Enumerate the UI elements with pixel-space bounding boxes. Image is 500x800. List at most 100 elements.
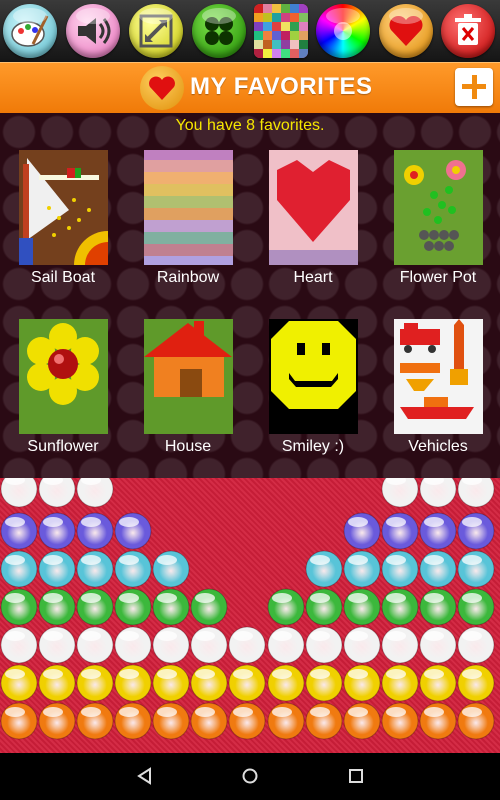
bubble-highlight bbox=[81, 593, 101, 603]
add-favorite-button[interactable] bbox=[455, 68, 493, 106]
bubble-highlight bbox=[81, 517, 101, 527]
rainbow-thumbnail bbox=[144, 150, 233, 265]
bubble-highlight bbox=[5, 593, 25, 603]
bubble-highlight bbox=[462, 669, 482, 679]
bubble-highlight bbox=[310, 631, 330, 641]
bubble-board[interactable] bbox=[0, 478, 500, 753]
smiley-thumbnail bbox=[269, 319, 358, 434]
resize-button[interactable] bbox=[129, 4, 183, 58]
bubble-highlight bbox=[386, 669, 406, 679]
bubble-highlight bbox=[43, 707, 63, 717]
bubble-highlight bbox=[119, 707, 139, 717]
bubble-highlight bbox=[348, 669, 368, 679]
bubble-highlight bbox=[310, 593, 330, 603]
bubble-highlight bbox=[43, 631, 63, 641]
bubble-highlight bbox=[43, 593, 63, 603]
bubble-grid bbox=[0, 478, 495, 740]
color-wheel-button[interactable] bbox=[316, 4, 370, 58]
bubble-highlight bbox=[348, 517, 368, 527]
bubble-highlight bbox=[195, 631, 215, 641]
bubbles-button[interactable] bbox=[192, 4, 246, 58]
bubble-highlight bbox=[272, 631, 292, 641]
sound-button[interactable] bbox=[66, 4, 120, 58]
system-nav-bar bbox=[0, 753, 500, 800]
favorite-label: Heart bbox=[293, 269, 333, 286]
bubble-highlight bbox=[157, 669, 177, 679]
bubble-highlight bbox=[462, 517, 482, 527]
bubble-highlight bbox=[195, 669, 215, 679]
color-grid-icon bbox=[254, 4, 308, 58]
bubble-highlight bbox=[424, 707, 444, 717]
bubble-highlight bbox=[462, 631, 482, 641]
bubble-highlight bbox=[310, 707, 330, 717]
bubble-highlight bbox=[272, 707, 292, 717]
heart-icon bbox=[149, 76, 175, 100]
bubble-highlight bbox=[5, 631, 25, 641]
favorite-label: House bbox=[164, 438, 212, 455]
bubble-highlight bbox=[119, 593, 139, 603]
flower-pot-thumbnail bbox=[394, 150, 483, 265]
bubble-highlight bbox=[272, 669, 292, 679]
bubble-highlight bbox=[386, 555, 406, 565]
favorites-header: MY FAVORITES bbox=[0, 62, 500, 114]
bubble-highlight bbox=[157, 555, 177, 565]
bubble-highlight bbox=[233, 631, 253, 641]
bubble-highlight bbox=[424, 593, 444, 603]
bubble-highlight bbox=[424, 517, 444, 527]
bubble-highlight bbox=[119, 555, 139, 565]
bubble-highlight bbox=[5, 555, 25, 565]
page-title: MY FAVORITES bbox=[190, 73, 373, 100]
bubble-highlight bbox=[348, 707, 368, 717]
toolbar bbox=[0, 0, 500, 62]
favorite-label: Smiley :) bbox=[281, 438, 345, 455]
favorites-button[interactable] bbox=[379, 4, 433, 58]
sunflower-thumbnail bbox=[19, 319, 108, 434]
bubble-highlight bbox=[119, 669, 139, 679]
bubble-highlight bbox=[157, 707, 177, 717]
bubble-highlight bbox=[424, 631, 444, 641]
color-grid-button[interactable] bbox=[254, 4, 308, 58]
bubble-highlight bbox=[272, 593, 292, 603]
bubble-highlight bbox=[386, 707, 406, 717]
bubble-highlight bbox=[43, 669, 63, 679]
bubble-highlight bbox=[119, 631, 139, 641]
palette-button[interactable] bbox=[3, 4, 57, 58]
recents-icon[interactable] bbox=[347, 767, 365, 785]
favorite-label: Sunflower bbox=[27, 438, 99, 455]
bubble-highlight bbox=[157, 631, 177, 641]
bubble-highlight bbox=[462, 555, 482, 565]
bubble-highlight bbox=[195, 593, 215, 603]
bubble-highlight bbox=[424, 555, 444, 565]
bubble-highlight bbox=[233, 669, 253, 679]
favorite-label: Sail Boat bbox=[30, 269, 96, 286]
bubble-highlight bbox=[195, 707, 215, 717]
bubble-highlight bbox=[81, 707, 101, 717]
bubble-highlight bbox=[43, 555, 63, 565]
bubble-highlight bbox=[310, 555, 330, 565]
bubble-highlight bbox=[462, 707, 482, 717]
bubble-highlight bbox=[81, 555, 101, 565]
bubble-highlight bbox=[424, 669, 444, 679]
favorite-label: Flower Pot bbox=[399, 269, 477, 286]
favorite-label: Vehicles bbox=[408, 438, 468, 455]
delete-button[interactable] bbox=[441, 4, 495, 58]
bubble-highlight bbox=[386, 517, 406, 527]
sail-boat-thumbnail bbox=[19, 150, 108, 265]
bubble-highlight bbox=[5, 517, 25, 527]
bubble-highlight bbox=[310, 669, 330, 679]
favorite-label: Rainbow bbox=[156, 269, 220, 286]
favorites-count: You have 8 favorites. bbox=[175, 117, 325, 134]
back-icon[interactable] bbox=[136, 767, 154, 785]
header-heart-badge bbox=[140, 66, 184, 110]
house-thumbnail bbox=[144, 319, 233, 434]
bubble-highlight bbox=[81, 669, 101, 679]
bubble-highlight bbox=[5, 669, 25, 679]
bubble-highlight bbox=[348, 555, 368, 565]
vehicles-thumbnail bbox=[394, 319, 483, 434]
bubble-highlight bbox=[119, 517, 139, 527]
bubble-highlight bbox=[233, 707, 253, 717]
bubble-highlight bbox=[386, 593, 406, 603]
bubble-highlight bbox=[462, 593, 482, 603]
home-icon[interactable] bbox=[241, 767, 259, 785]
bubble-highlight bbox=[348, 593, 368, 603]
